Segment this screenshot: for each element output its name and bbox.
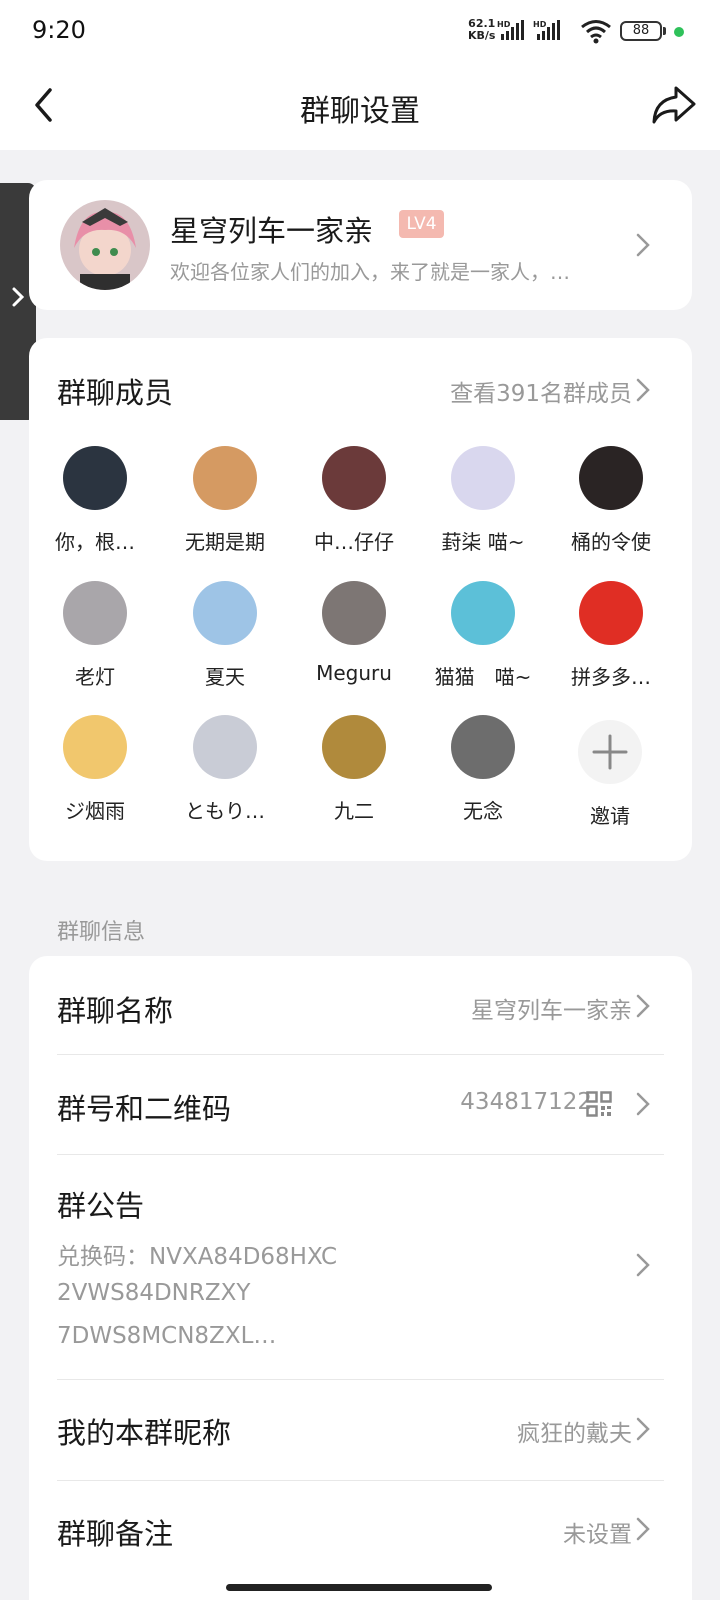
member-avatar xyxy=(451,581,515,645)
group-notice-label: 群公告 xyxy=(57,1189,145,1223)
status-time: 9:20 xyxy=(32,16,86,44)
member-avatar xyxy=(193,581,257,645)
member-avatar xyxy=(63,581,127,645)
member-name: 中…仔仔 xyxy=(314,530,394,554)
member-name: 猫猫 喵~ xyxy=(434,665,532,689)
member-item[interactable]: 葑柒 喵~ xyxy=(417,446,549,555)
status-bar: 9:20 62.1 KB/s HD HD 88 xyxy=(0,0,720,62)
plus-icon xyxy=(592,734,628,770)
notice-line: 兑换码：NVXA84D68HXC xyxy=(57,1244,338,1270)
nav-bar: 群聊设置 xyxy=(0,62,720,150)
share-arrow-icon[interactable] xyxy=(646,80,700,130)
view-all-members-link[interactable]: 查看391名群成员 xyxy=(450,374,632,408)
group-description: 欢迎各位家人们的加入，来了就是一家人，… xyxy=(170,260,570,284)
member-avatar xyxy=(579,581,643,645)
member-avatar xyxy=(193,715,257,779)
member-avatar xyxy=(63,715,127,779)
level-badge: LV4 xyxy=(399,210,444,238)
member-name: ジ烟雨 xyxy=(65,799,125,823)
member-avatar xyxy=(193,446,257,510)
member-avatar xyxy=(63,446,127,510)
member-name: 桶的令使 xyxy=(571,530,651,554)
member-item[interactable]: 猫猫 喵~ xyxy=(417,581,549,690)
group-avatar[interactable] xyxy=(60,200,150,290)
member-item[interactable]: 老灯 xyxy=(29,581,161,690)
member-item[interactable]: 你，根… xyxy=(29,446,161,555)
member-avatar xyxy=(322,446,386,510)
nickname-row[interactable]: 我的本群昵称 疯狂的戴夫 xyxy=(57,1380,664,1480)
group-id-label: 群号和二维码 xyxy=(57,1092,232,1126)
group-name-value: 星穹列车一家亲 xyxy=(471,998,632,1024)
members-title: 群聊成员 xyxy=(57,376,174,410)
signal-hd-label-2: HD xyxy=(533,20,547,29)
member-avatar xyxy=(451,446,515,510)
section-label: 群聊信息 xyxy=(57,920,146,945)
net-speed: 62.1 KB/s xyxy=(468,18,495,42)
member-item[interactable]: ともり… xyxy=(159,715,291,824)
signal-hd-label: HD xyxy=(497,20,511,29)
invite-label: 邀请 xyxy=(590,804,630,828)
chevron-right-icon xyxy=(636,233,650,257)
member-name: 拼多多… xyxy=(571,665,651,689)
member-item[interactable]: 拼多多… xyxy=(545,581,677,690)
notice-line: 7DWS8MCN8ZXL… xyxy=(57,1323,277,1349)
member-item[interactable]: 夏天 xyxy=(159,581,291,690)
chevron-right-icon xyxy=(636,378,650,402)
group-name-row[interactable]: 群聊名称 星穹列车一家亲 xyxy=(57,956,664,1054)
member-name: 葑柒 喵~ xyxy=(441,530,525,554)
member-name: 九二 xyxy=(334,799,374,823)
chevron-right-icon xyxy=(636,1092,650,1116)
group-notice-row[interactable]: 群公告 兑换码：NVXA84D68HXC 2VWS84DNRZXY 7DWS8M… xyxy=(57,1155,664,1379)
signal-icon-2: HD xyxy=(533,20,560,40)
nickname-label: 我的本群昵称 xyxy=(57,1416,232,1450)
privacy-dot xyxy=(674,27,684,37)
group-name-label: 群聊名称 xyxy=(57,994,174,1028)
member-name: 无念 xyxy=(463,799,503,823)
member-item[interactable]: 无期是期 xyxy=(159,446,291,555)
member-name: Meguru xyxy=(316,661,392,685)
member-avatar xyxy=(579,446,643,510)
group-name: 星穹列车一家亲 xyxy=(170,214,374,248)
member-name: ともり… xyxy=(185,799,265,823)
net-speed-unit: KB/s xyxy=(468,29,496,42)
member-avatar xyxy=(322,581,386,645)
wifi-icon xyxy=(581,20,611,44)
page-title: 群聊设置 xyxy=(300,94,420,129)
chevron-right-icon xyxy=(636,1417,650,1441)
chevron-right-icon xyxy=(636,994,650,1018)
group-profile-card[interactable]: 星穹列车一家亲 LV4 欢迎各位家人们的加入，来了就是一家人，… xyxy=(29,180,692,310)
battery-tip xyxy=(663,27,666,35)
member-item[interactable]: 桶的令使 xyxy=(545,446,677,555)
member-name: 无期是期 xyxy=(185,530,265,554)
notice-line: 2VWS84DNRZXY xyxy=(57,1280,251,1306)
member-item[interactable]: Meguru xyxy=(288,581,420,685)
battery-indicator: 88 xyxy=(620,21,662,41)
member-item[interactable]: 九二 xyxy=(288,715,420,824)
member-item[interactable]: 无念 xyxy=(417,715,549,824)
qr-code-icon xyxy=(586,1091,612,1117)
member-avatar xyxy=(322,715,386,779)
remark-label: 群聊备注 xyxy=(57,1517,174,1551)
remark-value: 未设置 xyxy=(563,1522,632,1548)
members-card: 群聊成员 查看391名群成员 你，根… 无期是期 中…仔仔 葑柒 喵~ 桶的令使老灯 夏天… xyxy=(29,338,692,861)
member-avatar xyxy=(451,715,515,779)
invite-icon-bg xyxy=(578,720,642,784)
nickname-value: 疯狂的戴夫 xyxy=(517,1421,632,1447)
chevron-right-icon xyxy=(636,1517,650,1541)
home-indicator xyxy=(226,1584,492,1591)
signal-icon: HD xyxy=(497,20,524,40)
member-item[interactable]: 中…仔仔 xyxy=(288,446,420,555)
member-name: 夏天 xyxy=(205,665,245,689)
chevron-right-icon xyxy=(636,1253,650,1277)
group-id-value: 434817122 xyxy=(460,1089,592,1115)
remark-row[interactable]: 群聊备注 未设置 xyxy=(57,1481,664,1581)
group-info-card: 群聊名称 星穹列车一家亲 群号和二维码 434817122 群公告 兑换码：NV… xyxy=(29,956,692,1600)
invite-button[interactable]: 邀请 xyxy=(544,720,676,829)
member-name: 你，根… xyxy=(55,530,135,554)
member-name: 老灯 xyxy=(75,665,115,689)
group-id-row[interactable]: 群号和二维码 434817122 xyxy=(57,1055,664,1154)
member-item[interactable]: ジ烟雨 xyxy=(29,715,161,824)
